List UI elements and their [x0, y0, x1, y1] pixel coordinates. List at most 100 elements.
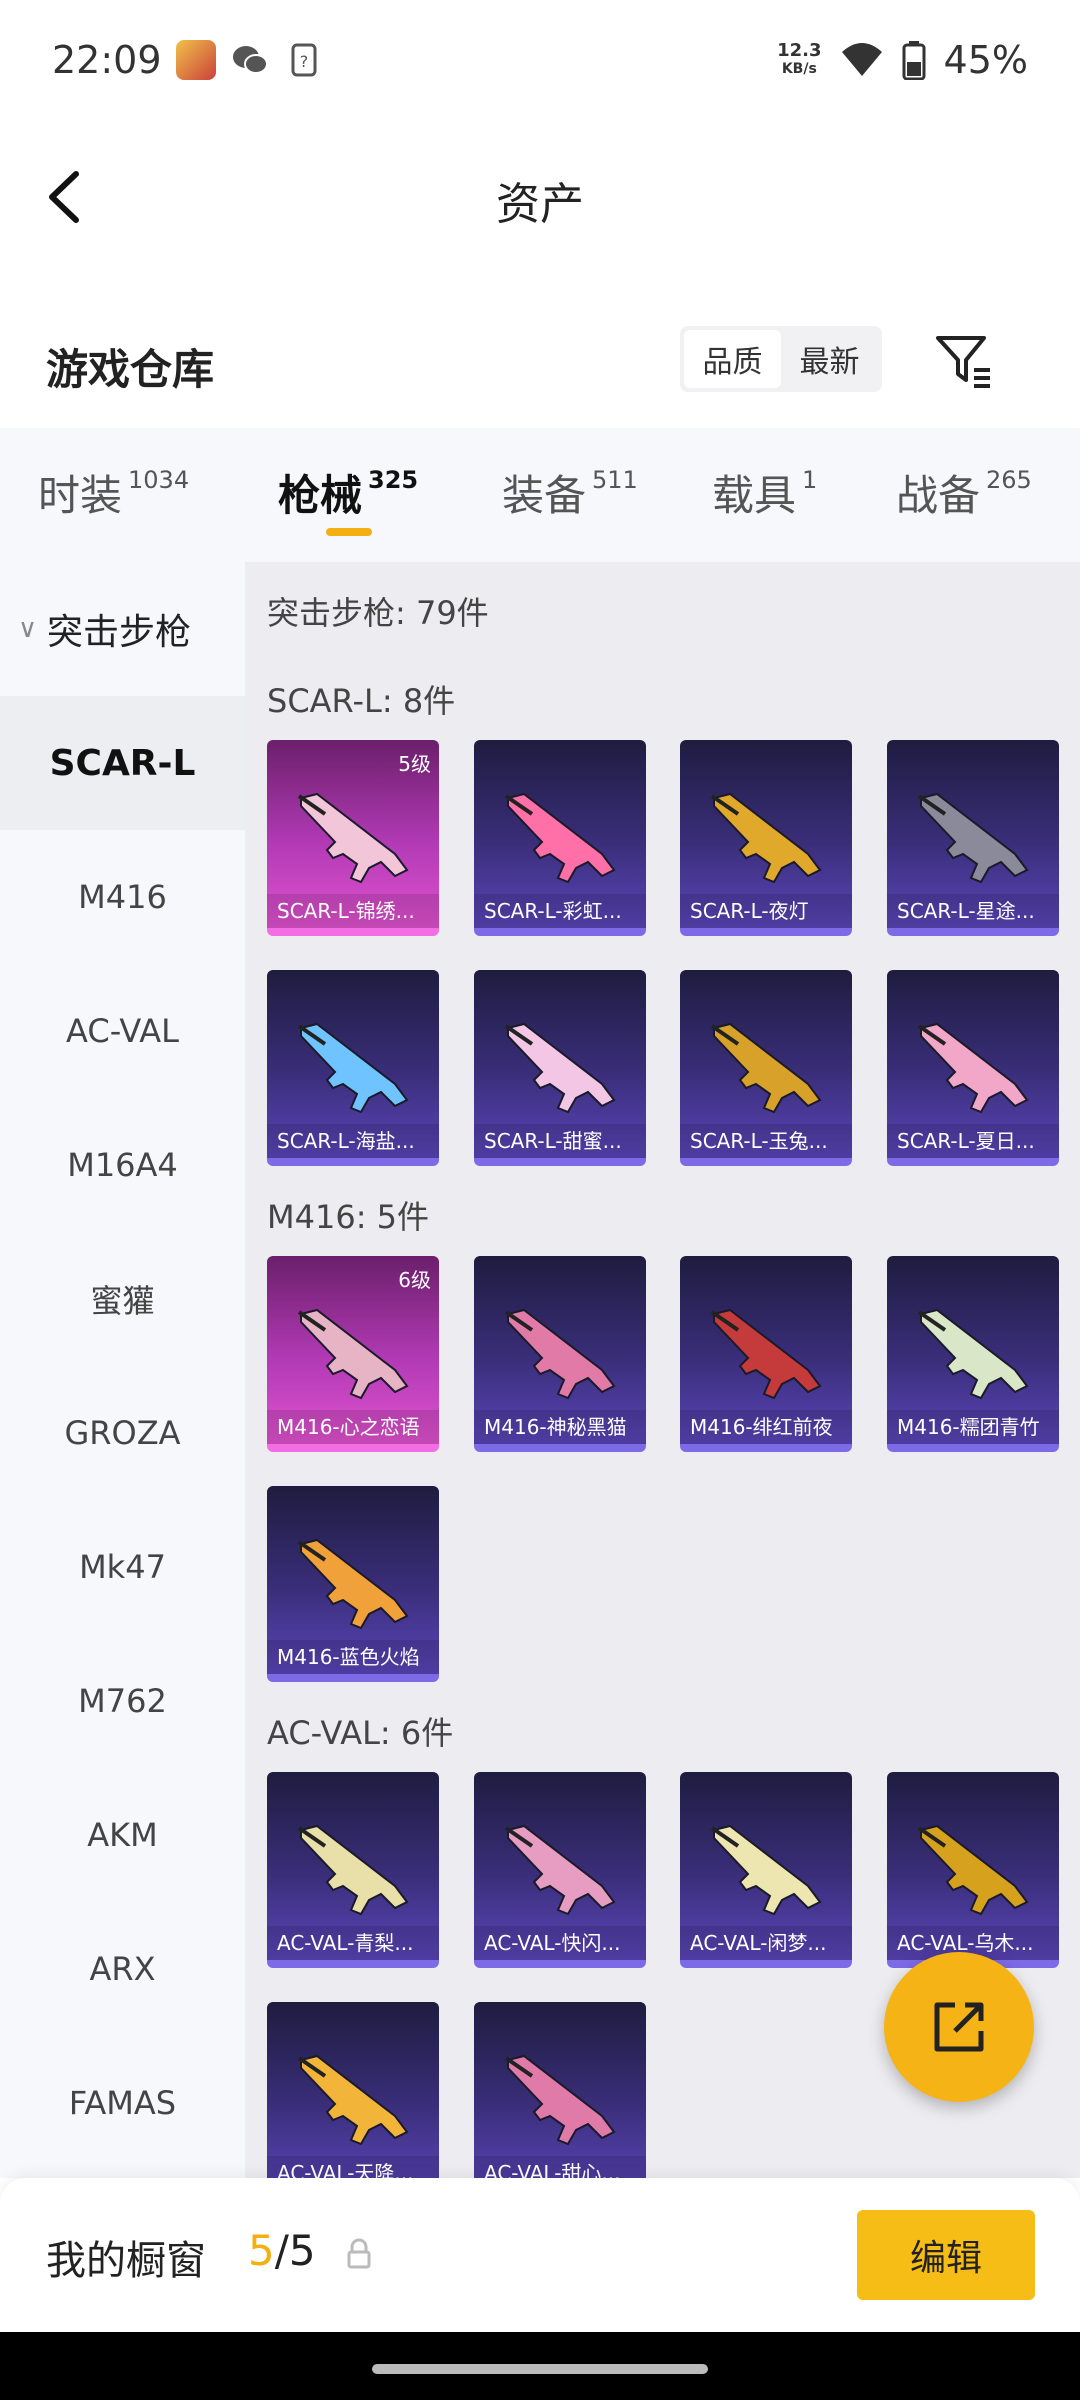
weapon-skin-card[interactable]: SCAR-L-夜灯	[680, 740, 852, 936]
sidebar-item-mk47[interactable]: Mk47	[0, 1500, 245, 1634]
page-title: 资产	[496, 179, 584, 230]
weapon-skin-card[interactable]: SCAR-L-星途...	[887, 740, 1059, 936]
weapon-skin-card[interactable]: SCAR-L-玉兔...	[680, 970, 852, 1166]
rifle-icon	[297, 1022, 409, 1114]
sidebar-item-famas[interactable]: FAMAS	[0, 2036, 245, 2170]
share-external-icon	[934, 2002, 984, 2052]
weapon-skin-card[interactable]: AC-VAL-甜心...	[474, 2002, 646, 2178]
sidebar-item-akm[interactable]: AKM	[0, 1768, 245, 1902]
weapon-skin-name: SCAR-L-海盐...	[267, 1124, 439, 1158]
rifle-icon	[504, 1824, 616, 1916]
weapon-skin-card[interactable]: SCAR-L-夏日...	[887, 970, 1059, 1166]
sidebar-item-honey-badger[interactable]: 蜜獾	[0, 1232, 245, 1366]
sidebar-item-ac-val[interactable]: AC-VAL	[0, 964, 245, 1098]
weapon-skin-card[interactable]: SCAR-L-海盐...	[267, 970, 439, 1166]
sim-icon: ?	[291, 43, 317, 77]
sidebar-item-groza[interactable]: GROZA	[0, 1366, 245, 1500]
weapon-skin-name: M416-绯红前夜	[680, 1410, 852, 1444]
weapon-skin-name: SCAR-L-甜蜜...	[474, 1124, 646, 1158]
group-title: AC-VAL: 6件	[267, 1714, 454, 1752]
sidebar-category[interactable]: ∨ 突击步枪	[0, 562, 245, 696]
weapon-skin-name: SCAR-L-锦绣...	[267, 894, 439, 928]
weapon-skin-card[interactable]: AC-VAL-快闪...	[474, 1772, 646, 1968]
sort-toggle: 品质 最新	[680, 326, 882, 392]
weapon-skin-name: SCAR-L-夏日...	[887, 1124, 1059, 1158]
edit-button[interactable]: 编辑	[857, 2210, 1035, 2300]
weapon-skin-card[interactable]: M416-神秘黑猫	[474, 1256, 646, 1452]
wifi-icon	[841, 43, 882, 76]
svg-text:?: ?	[299, 52, 308, 71]
group-title: SCAR-L: 8件	[267, 682, 456, 720]
item-grid: 突击步枪: 79件 SCAR-L: 8件 M416: 5件 AC-VAL: 6件…	[245, 562, 1080, 2178]
sidebar-item-arx[interactable]: ARX	[0, 1902, 245, 2036]
tab-vehicles[interactable]: 载具 1	[712, 462, 817, 523]
weapon-skin-card[interactable]: AC-VAL-乌木...	[887, 1772, 1059, 1968]
weapon-skin-name: AC-VAL-青梨...	[267, 1926, 439, 1960]
filter-icon[interactable]	[930, 328, 996, 394]
sidebar-item-m16a4[interactable]: M16A4	[0, 1098, 245, 1232]
status-time: 22:09	[52, 38, 162, 82]
sort-option-quality[interactable]: 品质	[684, 330, 781, 388]
weapon-skin-name: SCAR-L-玉兔...	[680, 1124, 852, 1158]
weapon-skin-card[interactable]: AC-VAL-闲梦...	[680, 1772, 852, 1968]
weapon-skin-card[interactable]: SCAR-L-甜蜜...	[474, 970, 646, 1166]
rifle-icon	[504, 1308, 616, 1400]
system-nav-bar	[0, 2332, 1080, 2400]
weapon-skin-card[interactable]: 6级 M416-心之恋语	[267, 1256, 439, 1452]
weapon-skin-card[interactable]: M416-蓝色火焰	[267, 1486, 439, 1682]
weapon-skin-name: M416-神秘黑猫	[474, 1410, 646, 1444]
tab-supplies[interactable]: 战备 265	[896, 462, 1032, 523]
battery-icon	[902, 41, 926, 80]
tab-guns[interactable]: 枪械 325	[278, 462, 418, 523]
showcase-count: 5/5	[248, 2226, 316, 2275]
showcase-bar: 我的橱窗 5/5 编辑	[0, 2178, 1080, 2332]
lock-icon	[347, 2238, 371, 2269]
weapon-skin-card[interactable]: M416-糯团青竹	[887, 1256, 1059, 1452]
weapon-skin-name: AC-VAL-闲梦...	[680, 1926, 852, 1960]
weapon-skin-name: AC-VAL-快闪...	[474, 1926, 646, 1960]
rifle-icon	[297, 1824, 409, 1916]
rifle-icon	[710, 1022, 822, 1114]
sidebar-item-m762[interactable]: M762	[0, 1634, 245, 1768]
home-gesture-bar[interactable]	[372, 2364, 708, 2374]
category-tabs: 时装 1034 枪械 325 装备 511 载具 1 战备 265	[0, 428, 1080, 562]
rifle-icon	[297, 1538, 409, 1630]
share-fab[interactable]	[884, 1952, 1034, 2102]
weapon-skin-card[interactable]: M416-绯红前夜	[680, 1256, 852, 1452]
weapon-skin-name: AC-VAL-甜心...	[474, 2156, 646, 2178]
rifle-icon	[710, 1308, 822, 1400]
rifle-icon	[297, 1308, 409, 1400]
weapon-skin-card[interactable]: SCAR-L-彩虹...	[474, 740, 646, 936]
weapon-skin-card[interactable]: AC-VAL-天降...	[267, 2002, 439, 2178]
game-app-icon	[175, 40, 216, 80]
sidebar-item-m416[interactable]: M416	[0, 830, 245, 964]
rifle-icon	[917, 1308, 1029, 1400]
battery-level: 45%	[943, 38, 1028, 82]
section-header: 游戏仓库 品质 最新	[0, 318, 1080, 408]
rifle-icon	[917, 1022, 1029, 1114]
category-total: 突击步枪: 79件	[267, 594, 489, 632]
tab-fashion[interactable]: 时装 1034	[38, 462, 189, 523]
weapon-skin-name: SCAR-L-彩虹...	[474, 894, 646, 928]
weapon-skin-name: AC-VAL-天降...	[267, 2156, 439, 2178]
weapon-skin-card[interactable]: AC-VAL-青梨...	[267, 1772, 439, 1968]
network-speed: 12.3 KB/s	[777, 40, 822, 78]
sidebar-item-scar-l[interactable]: SCAR-L	[0, 696, 245, 830]
level-badge: 5级	[398, 752, 431, 776]
tab-equipment[interactable]: 装备 511	[502, 462, 638, 523]
weapon-skin-name: M416-蓝色火焰	[267, 1640, 439, 1674]
app-header: 资产	[0, 140, 1080, 250]
sort-option-newest[interactable]: 最新	[781, 330, 878, 388]
status-bar: 22:09 ? 12.3 KB/s 45%	[0, 0, 1080, 120]
rifle-icon	[917, 792, 1029, 884]
active-tab-indicator	[326, 528, 372, 536]
weapon-skin-name: M416-心之恋语	[267, 1410, 439, 1444]
weapon-skin-card[interactable]: 5级 SCAR-L-锦绣...	[267, 740, 439, 936]
weapon-sidebar: ∨ 突击步枪 SCAR-L M416 AC-VAL M16A4 蜜獾 GROZA…	[0, 562, 245, 2178]
rifle-icon	[504, 792, 616, 884]
rifle-icon	[297, 792, 409, 884]
weapon-skin-name: SCAR-L-星途...	[887, 894, 1059, 928]
rifle-icon	[504, 2054, 616, 2146]
rifle-icon	[710, 1824, 822, 1916]
weapon-skin-name: SCAR-L-夜灯	[680, 894, 852, 928]
